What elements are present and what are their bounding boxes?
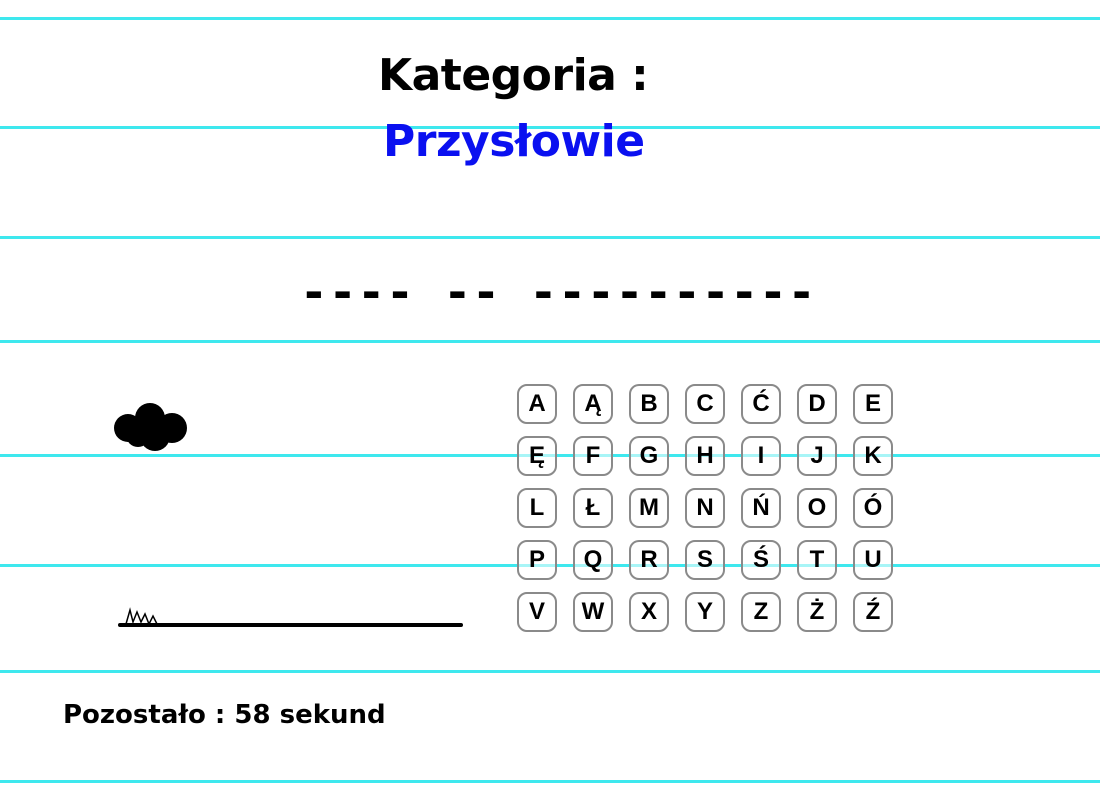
letter-key[interactable]: V	[517, 592, 557, 632]
letter-key[interactable]: Y	[685, 592, 725, 632]
letter-key[interactable]: Ę	[517, 436, 557, 476]
letter-key[interactable]: Ś	[741, 540, 781, 580]
letter-key[interactable]: Ą	[573, 384, 613, 424]
letter-key[interactable]: N	[685, 488, 725, 528]
letter-key[interactable]: J	[797, 436, 837, 476]
letter-key[interactable]: L	[517, 488, 557, 528]
letter-key[interactable]: Ż	[797, 592, 837, 632]
notebook-rule	[0, 780, 1100, 783]
letter-key[interactable]: G	[629, 436, 669, 476]
letter-key[interactable]: D	[797, 384, 837, 424]
letter-keyboard: AĄBCĆDE ĘFGHIJK LŁMNŃOÓ PQRSŚTU VWXYZŻŹ	[517, 384, 897, 632]
letter-key[interactable]: W	[573, 592, 613, 632]
letter-key[interactable]: S	[685, 540, 725, 580]
letter-key[interactable]: X	[629, 592, 669, 632]
letter-key[interactable]: C	[685, 384, 725, 424]
timer-remaining: Pozostało : 58 sekund	[63, 700, 386, 730]
letter-key[interactable]: E	[853, 384, 893, 424]
letter-key[interactable]: U	[853, 540, 893, 580]
letter-key[interactable]: K	[853, 436, 893, 476]
letter-key[interactable]: T	[797, 540, 837, 580]
letter-key[interactable]: Z	[741, 592, 781, 632]
letter-key[interactable]: Ł	[573, 488, 613, 528]
letter-key[interactable]: B	[629, 384, 669, 424]
letter-key[interactable]: M	[629, 488, 669, 528]
letter-key[interactable]: Ź	[853, 592, 893, 632]
letter-key[interactable]: O	[797, 488, 837, 528]
grass-icon	[125, 607, 158, 626]
letter-key[interactable]: F	[573, 436, 613, 476]
letter-key[interactable]: Ó	[853, 488, 893, 528]
letter-key[interactable]: P	[517, 540, 557, 580]
letter-key[interactable]: I	[741, 436, 781, 476]
hangman-scene	[114, 403, 463, 627]
letter-key[interactable]: H	[685, 436, 725, 476]
letter-key[interactable]: R	[629, 540, 669, 580]
letter-key[interactable]: Ć	[741, 384, 781, 424]
letter-key[interactable]: Q	[573, 540, 613, 580]
letter-key[interactable]: A	[517, 384, 557, 424]
letter-key[interactable]: Ń	[741, 488, 781, 528]
cloud-icon	[114, 403, 187, 451]
